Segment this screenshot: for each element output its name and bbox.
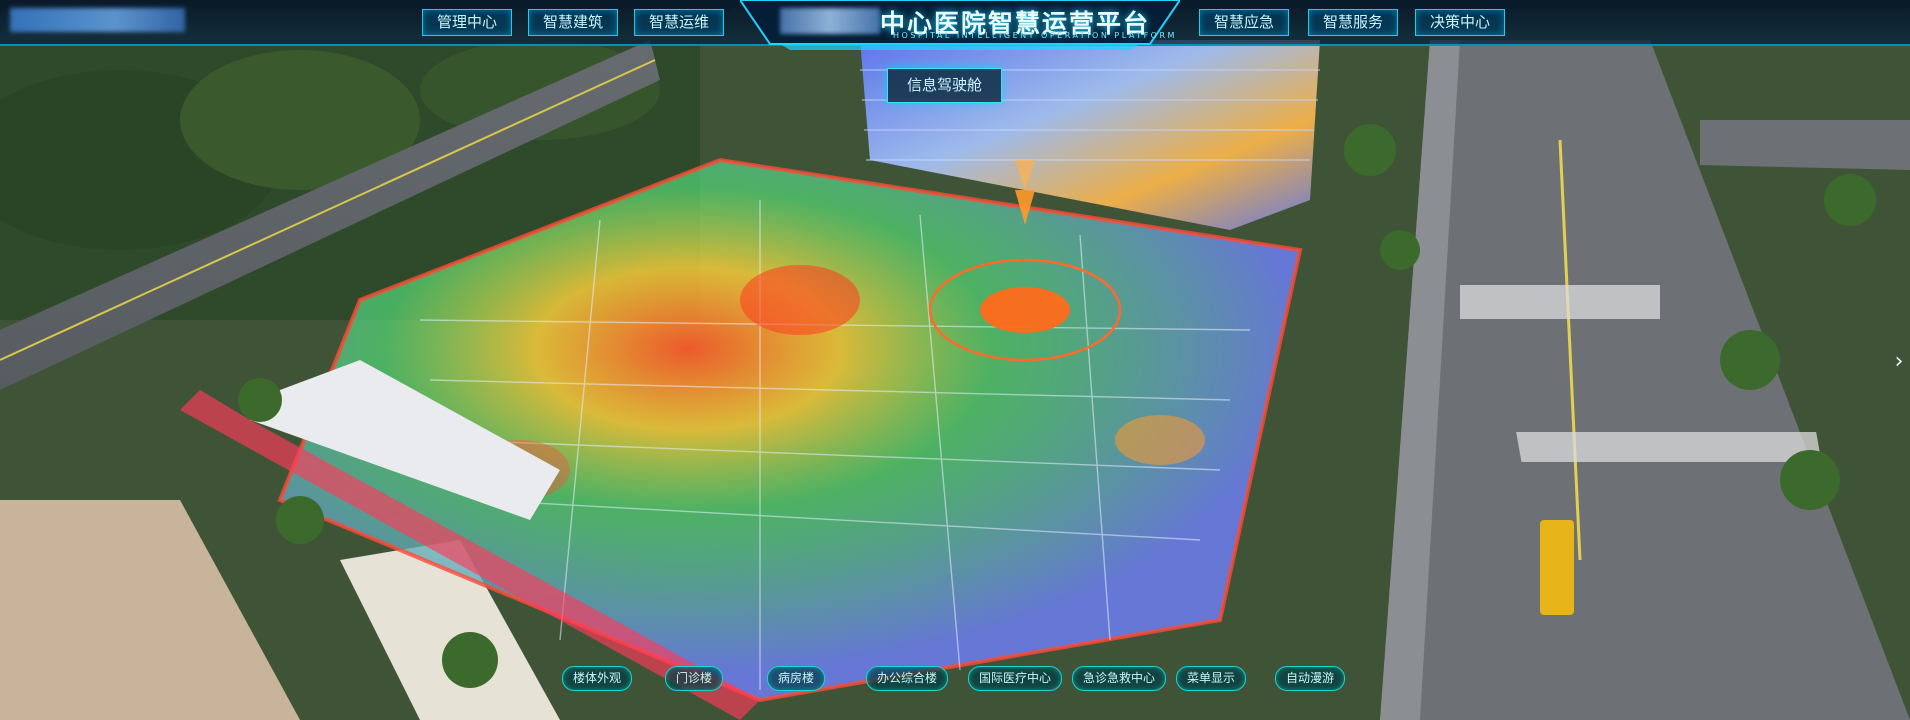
- logo: [10, 8, 185, 32]
- bottom-btn-ward[interactable]: 病房楼: [767, 666, 826, 691]
- nav-management-center[interactable]: 管理中心: [422, 9, 513, 36]
- nav-smart-emergency[interactable]: 智慧应急: [1199, 9, 1290, 36]
- bottom-btn-international-medical[interactable]: 国际医疗中心: [968, 666, 1063, 691]
- bottom-btn-outpatient[interactable]: 门诊楼: [665, 666, 724, 691]
- bottom-btn-emergency-center[interactable]: 急诊急救中心: [1072, 666, 1167, 691]
- bottom-btn-auto-roam[interactable]: 自动漫游: [1275, 666, 1346, 691]
- chevron-right-icon[interactable]: ›: [1892, 347, 1906, 377]
- page-subtitle: HOSPITAL INTELLIGENT OPERATION PLATFORM: [893, 31, 1177, 40]
- bottom-btn-office-complex[interactable]: 办公综合楼: [866, 666, 949, 691]
- bottom-btn-building-exterior[interactable]: 楼体外观: [562, 666, 633, 691]
- bottom-btn-menu-display[interactable]: 菜单显示: [1176, 666, 1247, 691]
- nav-smart-service[interactable]: 智慧服务: [1308, 9, 1399, 36]
- info-cockpit-tooltip[interactable]: 信息驾驶舱: [887, 68, 1002, 103]
- title-prefix-blur: [780, 8, 880, 34]
- nav-decision-center[interactable]: 决策中心: [1415, 9, 1506, 36]
- campus-3d-scene[interactable]: [0, 0, 1910, 720]
- nav-smart-maintenance[interactable]: 智慧运维: [634, 9, 725, 36]
- nav-smart-building[interactable]: 智慧建筑: [528, 9, 619, 36]
